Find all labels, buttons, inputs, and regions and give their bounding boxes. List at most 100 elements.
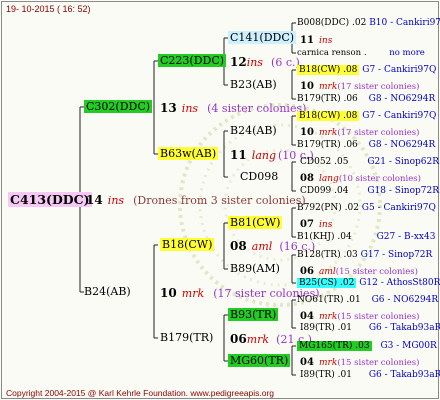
gen2-mark-3: aml — [251, 240, 273, 253]
gen4-row-24-source: G6 - Takab93aR — [368, 370, 440, 380]
gen4-row-22-source: G3 - MG00R — [380, 341, 437, 351]
root-mark: ins — [107, 194, 125, 207]
gen4-row-24[interactable]: I89(TR) .01 G6 - Takab93aR — [300, 368, 440, 382]
gen4-row-2-mark: ins — [319, 36, 333, 46]
gen4-row-21-source: G6 - Takab93aR — [368, 323, 440, 333]
gen4-row-23-mark: mrk — [319, 358, 338, 368]
gen4-row-24-id: I89(TR) .01 — [300, 370, 352, 380]
gen2-queen-4[interactable]: B179(TR) — [160, 331, 213, 345]
gen4-row-14-year: 07 — [300, 219, 314, 230]
gen3-queen-6-id: B89(AM) — [230, 262, 280, 275]
gen4-row-10[interactable]: CD052 .05 G21 - Sinop62R — [300, 155, 439, 169]
gen4-row-3-status: no more — [389, 48, 425, 58]
root-info: 14 ins (Drones from 3 sister colonies) — [86, 192, 306, 208]
gen4-row-9[interactable]: B179(TR) .06 G8 - NO6294R — [297, 138, 435, 152]
gen2-mark-2: lang — [251, 149, 276, 162]
gen1-info-1: 13 ins (4 sister colonies) — [160, 100, 306, 116]
gen1-info-2: 10 mrk (17 sister colonies) — [160, 285, 320, 301]
root-year: 14 — [86, 193, 103, 207]
gen2-year-3: 08 — [230, 239, 247, 253]
gen3-queen-4[interactable]: CD098 — [240, 170, 278, 184]
gen4-row-4-source: G7 - Cankiri97Q — [362, 65, 437, 75]
gen4-row-13-id: B792(PN) .02 — [297, 203, 359, 213]
footer-copyright: Copyright 2004-2015 @ Karl Kehrle Founda… — [6, 388, 275, 398]
gen3-queen-3-id: B24(AB) — [230, 124, 277, 137]
gen2-mark-1: ins — [246, 56, 263, 69]
gen4-row-10-source: G21 - Sinop62R — [367, 157, 439, 167]
gen2-queen-1[interactable]: C223(DDC) — [158, 54, 227, 68]
gen4-row-14-mark: ins — [319, 220, 333, 230]
gen2-year-2: 11 — [230, 148, 247, 162]
gen4-row-15-source: G27 - B-xx43 — [376, 232, 436, 242]
gen4-row-19-id: NO61(TR) .01 — [297, 295, 361, 305]
gen3-queen-1[interactable]: C141(DDC) — [228, 31, 297, 45]
gen1-queen-2[interactable]: B24(AB) — [84, 285, 131, 299]
gen3-queen-2-id: B23(AB) — [230, 78, 277, 91]
gen2-queen-2[interactable]: B63w(AB) — [158, 147, 219, 161]
gen4-row-12-id: CD099 .04 — [300, 186, 349, 196]
gen3-queen-3[interactable]: B24(AB) — [230, 124, 277, 138]
gen4-row-10-id: CD052 .05 — [300, 157, 349, 167]
gen4-row-22-id: MG165(TR) .03 — [297, 341, 372, 351]
gen4-row-9-source: G8 - NO6294R — [368, 140, 436, 150]
gen4-row-1-year: 02 — [354, 18, 367, 28]
gen4-row-8-note: (17 sister colonies) — [337, 128, 420, 138]
gen4-row-23-note: (15 sister colonies) — [337, 358, 420, 368]
gen4-row-12[interactable]: CD099 .04 G18 - Sinop72R — [300, 184, 439, 198]
gen3-queen-1-id: C141(DDC) — [228, 31, 297, 44]
gen4-row-5-year: 10 — [300, 81, 314, 92]
gen2-queen-3-id: B18(CW) — [160, 238, 215, 251]
gen4-row-9-id: B179(TR) .06 — [297, 140, 358, 150]
root-queen[interactable]: C413(DDC) — [8, 192, 92, 207]
gen4-row-11-year: 08 — [300, 173, 314, 184]
gen3-queen-2[interactable]: B23(AB) — [230, 78, 277, 92]
gen4-row-12-source: G18 - Sinop72R — [367, 186, 439, 196]
gen3-queen-5[interactable]: B81(CW) — [228, 216, 283, 230]
gen4-row-21[interactable]: I89(TR) .01 G6 - Takab93aR — [300, 321, 440, 335]
gen2-info-1: 12ins (6 c.) — [230, 54, 300, 70]
gen3-queen-5-id: B81(CW) — [228, 216, 283, 229]
root-queen-id: C413(DDC) — [8, 192, 92, 207]
gen4-row-15-id: B1(KHJ) .04 — [297, 232, 352, 242]
gen4-row-6-id: B179(TR) .06 — [297, 94, 358, 104]
gen4-row-1-source: B10 - Cankiri97Q — [369, 18, 440, 28]
gen1-note-1: (4 sister colonies) — [207, 102, 307, 115]
gen3-queen-6[interactable]: B89(AM) — [230, 262, 280, 276]
gen1-queen-1[interactable]: C302(DDC) — [84, 100, 153, 114]
gen4-row-11-note: (10 sister colonies) — [338, 174, 421, 184]
gen4-row-7-source: G7 - Cankiri97Q — [362, 111, 437, 121]
gen4-row-23-year: 04 — [300, 357, 314, 368]
gen2-queen-1-id: C223(DDC) — [158, 54, 227, 67]
gen4-row-8-year: 10 — [300, 127, 314, 138]
gen4-row-18-source: G12 - AthosSt80R — [359, 278, 440, 288]
gen4-row-1-id: B008(DDC) . — [297, 18, 355, 28]
gen3-queen-8-id: MG60(TR) — [228, 354, 291, 367]
gen1-queen-2-id: B24(AB) — [84, 285, 131, 298]
report-date: 19- 10-2015 ( 16: 52) — [6, 4, 91, 14]
gen4-row-13-source: G5 - Cankiri97Q — [361, 203, 436, 213]
gen4-row-19-source: G6 - NO6294R — [371, 295, 439, 305]
gen2-note-1: (6 c.) — [271, 56, 300, 69]
gen4-row-16-id: B128(TR) .03 — [297, 250, 358, 260]
gen4-row-11-mark: lang — [319, 174, 339, 184]
gen4-row-3[interactable]: carnica renson . no more — [297, 46, 425, 60]
gen4-row-7-id: B18(CW) .08 — [297, 111, 360, 121]
gen3-queen-7[interactable]: B93(TR) — [228, 308, 279, 322]
gen4-row-21-id: I89(TR) .01 — [300, 323, 352, 333]
gen2-mark-4: mrk — [246, 333, 270, 346]
gen3-queen-7-id: B93(TR) — [228, 308, 279, 321]
gen2-year-1: 12 — [230, 55, 247, 69]
gen3-queen-4-id: CD098 — [240, 170, 279, 183]
gen4-row-18[interactable]: B25(CS) .02 G12 - AthosSt80R — [297, 276, 440, 290]
gen4-row-3-id: carnica renson . — [297, 48, 367, 58]
gen4-row-2-year: 11 — [300, 35, 314, 46]
gen2-year-4: 06 — [230, 332, 247, 346]
gen4-row-15[interactable]: B1(KHJ) .04 G27 - B-xx43 — [297, 230, 435, 244]
gen4-row-6-source: G8 - NO6294R — [368, 94, 436, 104]
gen2-queen-3[interactable]: B18(CW) — [160, 238, 215, 252]
gen4-row-6[interactable]: B179(TR) .06 G8 - NO6294R — [297, 92, 435, 106]
gen3-queen-8[interactable]: MG60(TR) — [228, 354, 291, 368]
gen4-row-4-id: B18(CW) .08 — [297, 65, 360, 75]
gen1-year-2: 10 — [160, 286, 177, 300]
gen1-year-1: 13 — [160, 101, 177, 115]
